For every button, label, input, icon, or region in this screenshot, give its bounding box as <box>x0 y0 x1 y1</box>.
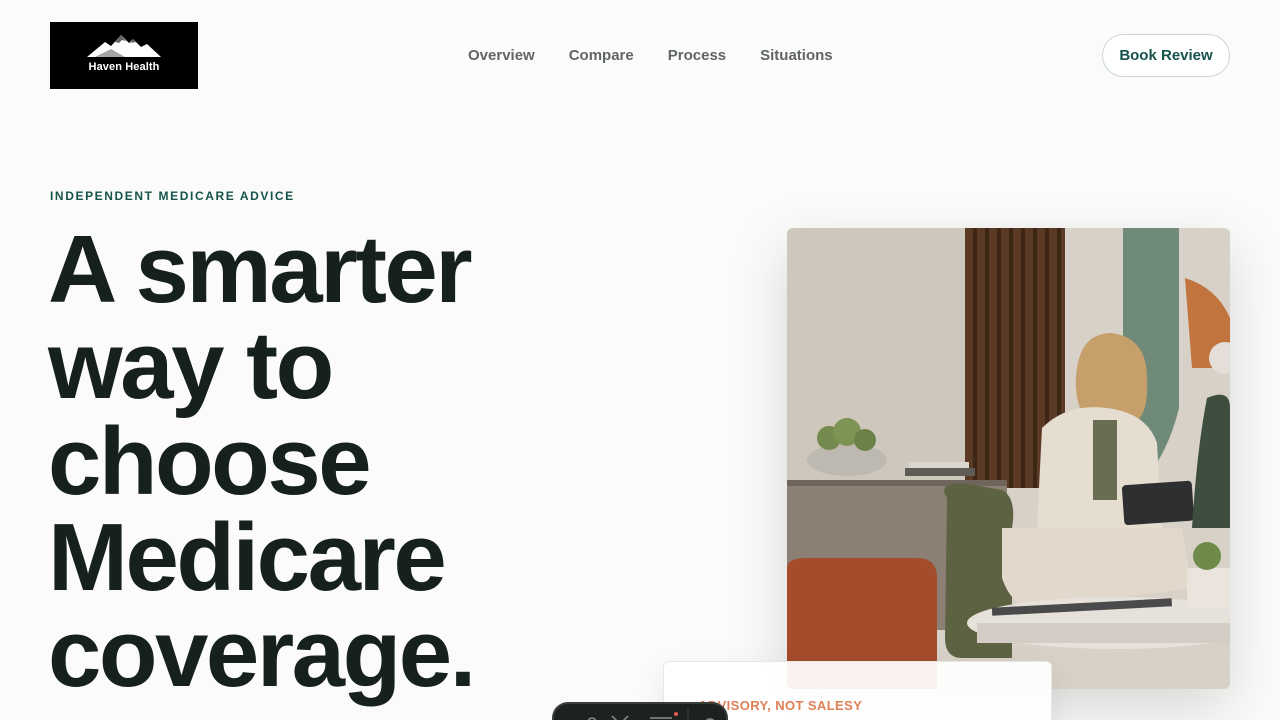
book-review-button[interactable]: Book Review <box>1102 34 1230 77</box>
nav-item-overview[interactable]: Overview <box>468 47 535 64</box>
nav-item-compare[interactable]: Compare <box>569 47 634 64</box>
brand-logo[interactable]: Haven Health <box>50 22 198 89</box>
hero-photo <box>787 228 1230 689</box>
nav-item-process[interactable]: Process <box>668 47 726 64</box>
nav-item-situations[interactable]: Situations <box>760 47 833 64</box>
mountain-logo-icon <box>87 34 161 57</box>
main-nav: Overview Compare Process Situations <box>468 47 833 64</box>
brand-name: Haven Health <box>88 60 160 73</box>
hero-eyebrow: INDEPENDENT MEDICARE ADVICE <box>50 189 295 203</box>
notification-dot-icon <box>674 712 678 716</box>
phone-mockup <box>552 702 728 720</box>
hero-headline: A smarter way to choose Medicare coverag… <box>48 216 476 707</box>
chart-icon <box>611 715 629 720</box>
